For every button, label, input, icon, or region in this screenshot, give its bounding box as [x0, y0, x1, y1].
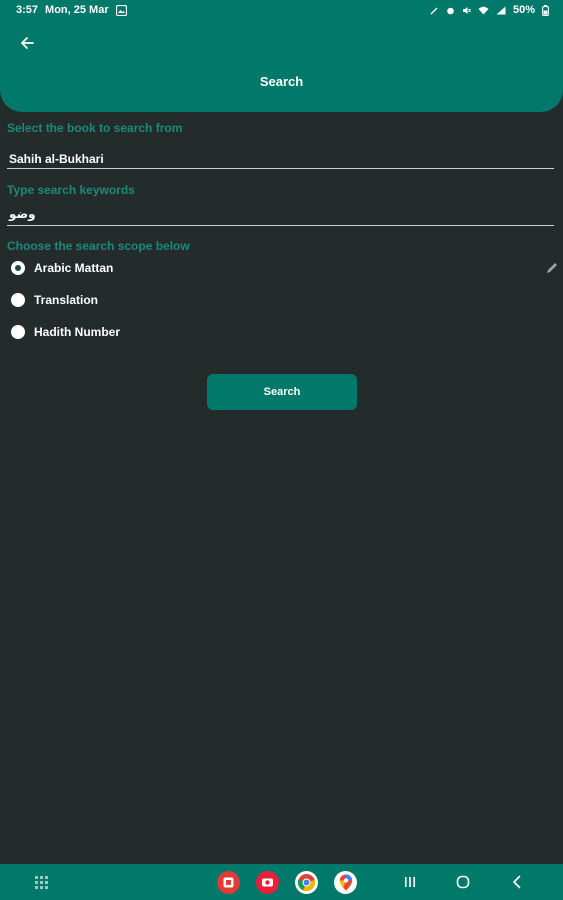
- scope-option-label: Translation: [34, 293, 99, 307]
- battery-percent: 50%: [512, 4, 535, 16]
- book-underline: [7, 168, 554, 169]
- mute-icon: [462, 6, 471, 14]
- battery-icon: [542, 4, 549, 16]
- dock-app-notes-icon[interactable]: [217, 871, 240, 894]
- radio-unselected-icon[interactable]: [11, 293, 25, 307]
- search-screen: 3:57 Mon, 25 Mar 50% Search Select the b…: [0, 0, 563, 900]
- dock-app-screen-recorder-icon[interactable]: [256, 871, 279, 894]
- pen-status-icon: [430, 7, 438, 14]
- app-header: 3:57 Mon, 25 Mar 50% Search: [0, 0, 563, 112]
- gallery-notification-icon: [115, 4, 127, 16]
- radio-selected-icon[interactable]: [11, 261, 25, 275]
- status-date: Mon, 25 Mar: [45, 4, 109, 16]
- scope-option-label: Arabic Mattan: [34, 261, 114, 275]
- note-icon: [223, 877, 234, 888]
- arrow-left-icon: [21, 37, 34, 49]
- alarm-icon: [447, 7, 454, 14]
- dock-app-maps-icon[interactable]: [334, 871, 357, 894]
- scope-label: Choose the search scope below: [7, 239, 190, 253]
- status-left: 3:57 Mon, 25 Mar: [16, 4, 127, 16]
- wifi-icon: [478, 6, 489, 14]
- dock-app-chrome-icon[interactable]: [295, 871, 318, 894]
- home-icon[interactable]: [455, 874, 471, 890]
- page-title: Search: [259, 74, 304, 89]
- grid-icon[interactable]: [35, 876, 48, 889]
- scope-option-label: Hadith Number: [34, 325, 121, 339]
- recents-icon[interactable]: [402, 874, 418, 890]
- record-icon: [262, 878, 273, 887]
- status-bar: 3:57 Mon, 25 Mar 50%: [0, 0, 563, 20]
- back-button[interactable]: [16, 32, 38, 54]
- map-pin-icon: [339, 874, 352, 891]
- pencil-icon[interactable]: [545, 261, 559, 275]
- chrome-icon: [297, 874, 315, 892]
- system-nav-bar: [0, 864, 563, 900]
- status-time: 3:57: [16, 4, 39, 16]
- search-button[interactable]: Search: [207, 374, 357, 410]
- keyword-label: Type search keywords: [7, 183, 135, 197]
- status-right: 50%: [430, 4, 549, 16]
- keyword-input[interactable]: وضو: [9, 207, 36, 221]
- chevron-left-icon[interactable]: [509, 874, 525, 890]
- scope-option-translation[interactable]: Translation: [11, 293, 98, 307]
- scope-option-hadith-number[interactable]: Hadith Number: [11, 325, 120, 339]
- scope-option-arabic-mattan[interactable]: Arabic Mattan: [11, 261, 113, 275]
- signal-icon: [496, 6, 506, 14]
- keyword-underline: [7, 225, 554, 226]
- radio-unselected-icon[interactable]: [11, 325, 25, 339]
- book-select[interactable]: Sahih al-Bukhari: [9, 152, 104, 166]
- book-label: Select the book to search from: [7, 121, 183, 135]
